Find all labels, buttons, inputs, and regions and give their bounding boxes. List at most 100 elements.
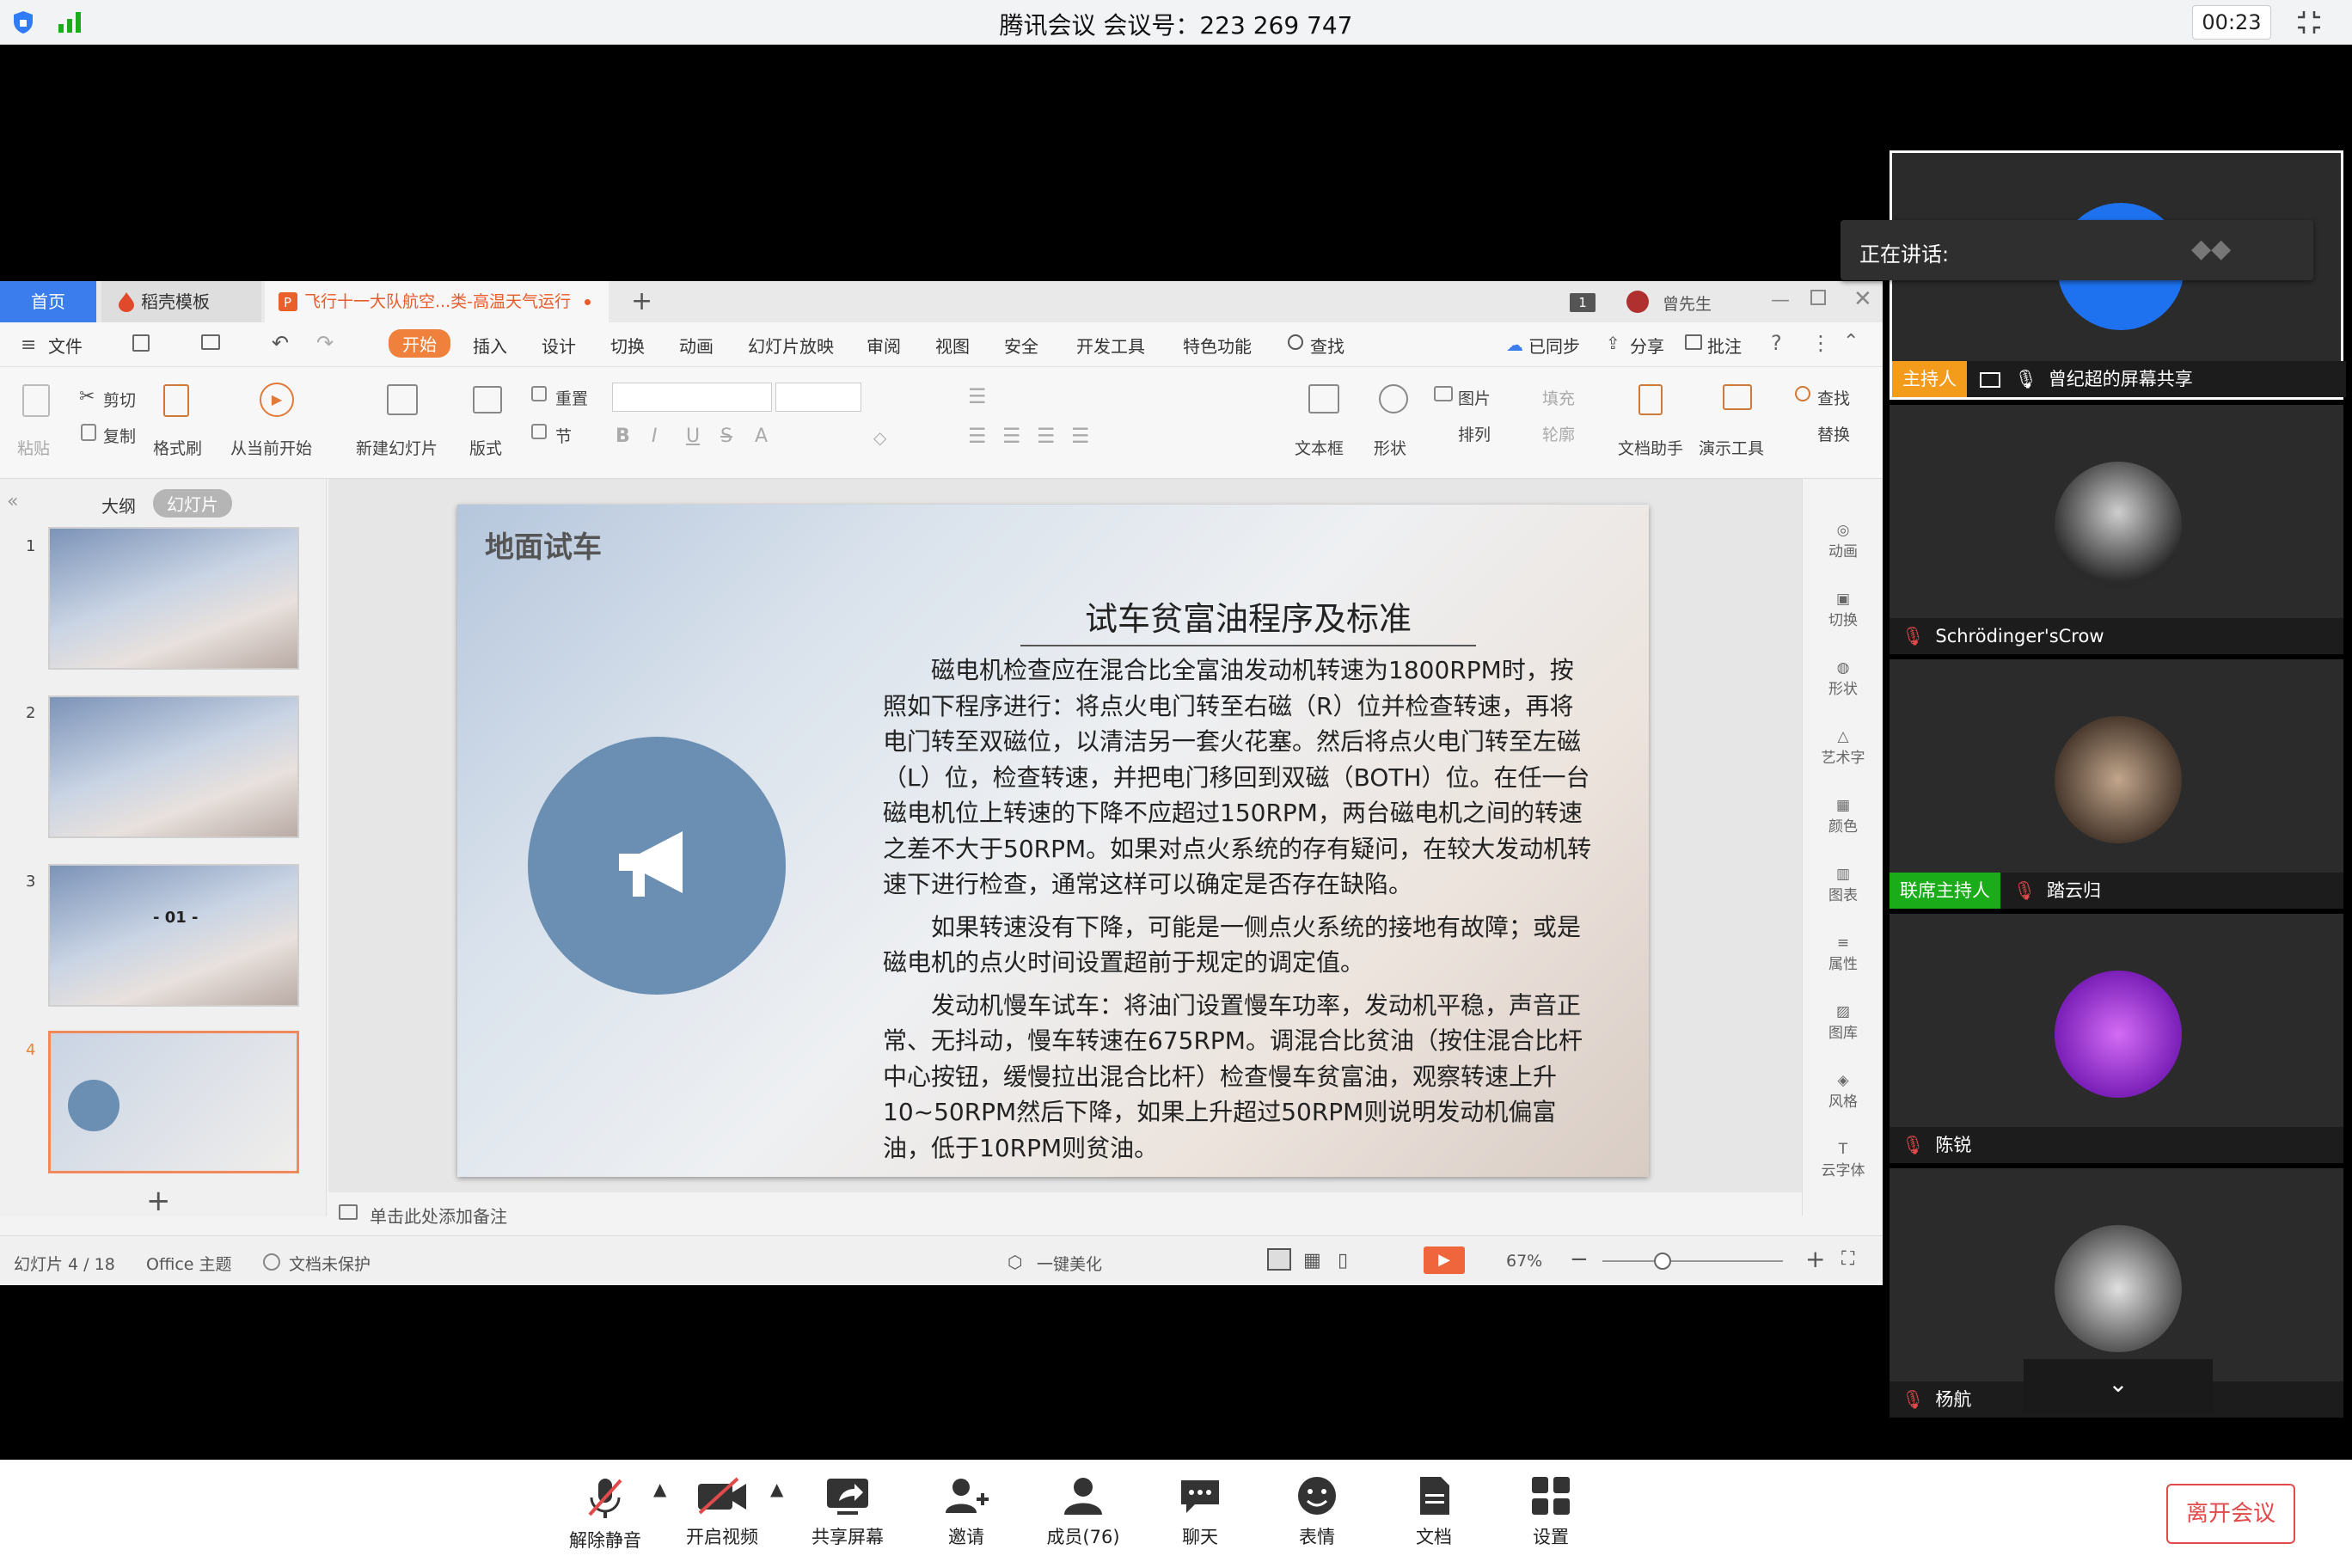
tab-document[interactable]: P 飞行十一大队航空...类-高温天气运行 [265,281,609,322]
new-slide-button[interactable]: 新建幻灯片 [356,436,438,459]
tab-slides[interactable]: 幻灯片 [153,489,232,518]
rail-chart[interactable]: ▥ 图表 [1803,866,1883,904]
unmute-button[interactable]: 解除静音 [554,1475,657,1553]
help-icon[interactable]: ? [1771,331,1782,355]
presentation-tool-icon[interactable] [1723,384,1752,410]
from-current-button[interactable]: 从当前开始 [230,436,312,459]
share-screen-button[interactable]: 共享屏幕 [796,1475,899,1549]
menu-developer[interactable]: 开发工具 [1076,333,1145,358]
eraser-icon[interactable]: ◇ [873,427,886,448]
zoom-level[interactable]: 67% [1506,1252,1542,1271]
menu-transition[interactable]: 切换 [610,333,645,358]
replace-button[interactable]: 替换 [1817,422,1850,445]
chat-button[interactable]: 聊天 [1148,1475,1252,1549]
slide-title[interactable]: 地面试车 [485,524,602,566]
menu-animation[interactable]: 动画 [679,333,714,358]
rail-style[interactable]: ◈ 风格 [1803,1072,1883,1111]
fill-button[interactable]: 填充 [1542,386,1575,409]
rail-wordart[interactable]: △ 艺术字 [1803,728,1883,767]
justify-icon[interactable]: ☰ [1071,424,1090,448]
collapse-ribbon-icon[interactable]: ⌃ [1843,331,1859,352]
participant-card[interactable]: 🎙 Schrödinger'sCrow [1890,405,2343,654]
zoom-out-icon[interactable]: − [1570,1246,1589,1272]
format-painter-icon[interactable] [163,384,189,417]
picture-button[interactable]: 图片 [1458,386,1491,409]
rail-transition[interactable]: ▣ 切换 [1803,591,1883,629]
play-from-current-icon[interactable]: ▶ [260,383,294,417]
menu-slideshow[interactable]: 幻灯片放映 [748,333,834,358]
leave-meeting-button[interactable]: 离开会议 [2166,1484,2295,1544]
settings-button[interactable]: 设置 [1499,1475,1602,1549]
menu-file[interactable]: 文件 [48,333,83,358]
current-slide[interactable]: 地面试车 试车贫富油程序及标准 磁电机检查应在混合比全富油发动机转速为1800R… [457,505,1649,1177]
align-left-icon[interactable]: ☰ [968,424,987,448]
start-video-button[interactable]: 开启视频 [671,1475,774,1549]
video-options-caret-icon[interactable]: ▲ [770,1479,783,1499]
save-icon[interactable] [132,334,150,352]
paste-icon[interactable] [22,384,50,417]
zoom-in-icon[interactable]: + [1805,1245,1825,1273]
doc-helper-icon[interactable] [1638,384,1663,415]
align-right-icon[interactable]: ☰ [1037,424,1056,448]
menu-design[interactable]: 设计 [542,333,576,358]
align-center-icon[interactable]: ☰ [1002,424,1021,448]
fullscreen-exit-icon[interactable] [2295,9,2323,36]
menu-comment[interactable]: 批注 [1707,333,1742,358]
zoom-slider-knob[interactable] [1654,1253,1671,1270]
tab-template[interactable]: 稻壳模板 [101,281,261,322]
strikethrough-icon[interactable]: S [720,426,732,447]
slide-thumbnail-3[interactable]: - 01 - [48,864,299,1007]
bold-icon[interactable]: B [616,426,630,447]
rail-color[interactable]: ▦ 颜色 [1803,797,1883,836]
minimize-icon[interactable]: — [1771,290,1790,311]
rail-gallery[interactable]: ▨ 图库 [1803,1003,1883,1042]
menu-share[interactable]: 分享 [1630,333,1664,358]
layout-icon[interactable] [473,386,502,413]
invite-button[interactable]: 邀请 [915,1475,1018,1549]
section-button[interactable]: 节 [555,424,572,447]
participant-card[interactable]: 联席主持人 🎙 踏云归 [1890,659,2343,909]
notes-placeholder[interactable]: 单击此处添加备注 [370,1203,507,1228]
menu-features[interactable]: 特色功能 [1183,333,1252,358]
user-name[interactable]: 曾先生 [1663,291,1712,315]
notes-bar[interactable]: 单击此处添加备注 [327,1192,1802,1235]
rail-animation[interactable]: ◎ 动画 [1803,522,1883,560]
slide-thumbnail-1[interactable] [48,527,299,670]
theme-name[interactable]: Office 主题 [146,1252,232,1275]
menu-insert[interactable]: 插入 [473,333,507,358]
menu-security[interactable]: 安全 [1004,333,1038,358]
cut-button[interactable]: 剪切 [103,388,136,411]
font-color-icon[interactable]: A [755,426,768,447]
content-heading[interactable]: 试车贫富油程序及标准 [1020,592,1476,646]
redo-icon[interactable]: ↷ [316,331,334,355]
textbox-button[interactable]: 文本框 [1295,436,1344,459]
collapse-pane-icon[interactable]: « [7,491,18,512]
copy-button[interactable]: 复制 [103,424,136,447]
undo-icon[interactable]: ↶ [272,331,289,355]
tab-outline[interactable]: 大纲 [101,493,136,518]
format-painter-button[interactable]: 格式刷 [153,436,202,459]
rail-shape[interactable]: ◍ 形状 [1803,659,1883,698]
menu-search[interactable]: 查找 [1310,333,1344,358]
search-icon[interactable] [1288,334,1303,350]
audio-options-caret-icon[interactable]: ▲ [653,1479,666,1499]
shape-button[interactable]: 形状 [1374,436,1406,459]
font-size-select[interactable] [775,383,861,412]
underline-icon[interactable]: U [686,426,700,447]
fit-window-icon[interactable]: ⛶ [1841,1248,1854,1270]
hamburger-icon[interactable]: ≡ [21,334,36,356]
arrange-button[interactable]: 排列 [1458,422,1491,445]
emoji-button[interactable]: 表情 [1265,1475,1369,1549]
reading-view-icon[interactable]: ▯ [1338,1250,1348,1271]
more-icon[interactable]: ⋮ [1810,331,1831,355]
participant-card[interactable]: 🎙 陈锐 [1890,914,2343,1163]
new-tab-plus-icon[interactable]: + [616,281,668,322]
new-slide-icon[interactable] [387,384,418,415]
paste-button[interactable]: 粘贴 [17,436,50,459]
doc-helper-button[interactable]: 文档助手 [1618,436,1683,459]
bullet-list-icon[interactable]: ☰ [968,384,987,408]
slide-body-text[interactable]: 磁电机检查应在混合比全富油发动机转速为1800RPM时，按照如下程序进行：将点火… [883,652,1596,1166]
find-button[interactable]: 查找 [1817,386,1850,409]
sorter-view-icon[interactable]: ▦ [1303,1250,1321,1271]
presentation-tool-button[interactable]: 演示工具 [1699,436,1764,459]
